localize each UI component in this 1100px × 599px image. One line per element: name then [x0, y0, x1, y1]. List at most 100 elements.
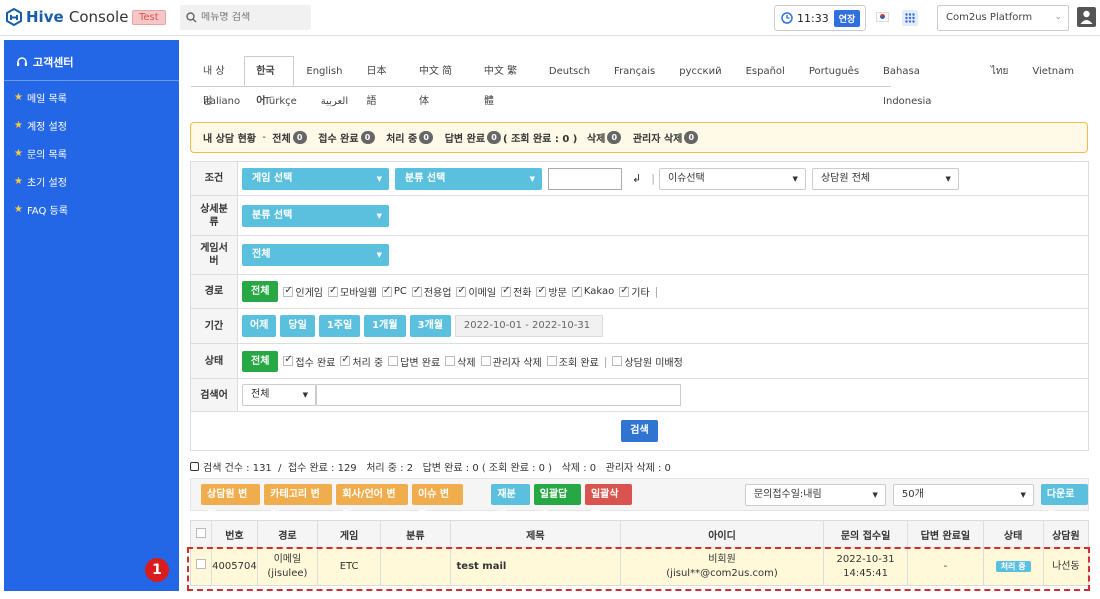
sidebar-item-mail-list[interactable]: ★ 메일 목록 — [4, 83, 179, 111]
chevron-down-icon: ⌄ — [1054, 12, 1062, 22]
apps-grid-icon[interactable] — [902, 10, 918, 26]
column-header[interactable]: 분류 — [380, 520, 451, 548]
agent-select[interactable]: 상담원 전체 ▼ — [811, 167, 959, 190]
row-received-date: 2022-10-31 14:45:41 — [822, 547, 909, 586]
period-1month-button[interactable]: 1개월 — [364, 315, 406, 337]
search-button[interactable]: 검색 — [621, 420, 658, 442]
select-all-checkbox[interactable] — [196, 527, 207, 538]
row-checkbox-cell[interactable] — [189, 547, 213, 586]
sidebar-item-initial-settings[interactable]: ★ 초기 설정 — [4, 167, 179, 195]
tab-chinese-simplified[interactable]: 中文 简体 — [407, 56, 472, 107]
route-checkbox[interactable]: PC — [381, 285, 407, 297]
tab-russian[interactable]: русский — [667, 56, 733, 86]
table-row[interactable]: 4005704 이메일 (jisulee) ETC test mail 비회원 (j… — [189, 547, 1090, 586]
category-select[interactable]: 분류 선택 ▼ — [395, 167, 542, 190]
period-3month-button[interactable]: 3개월 — [409, 315, 451, 337]
state-checkbox[interactable]: 접수 완료 — [283, 354, 335, 369]
state-checkbox[interactable]: 관리자 삭제 — [480, 354, 542, 369]
caret-down-icon: ▼ — [945, 174, 951, 183]
sort-select[interactable]: 문의접수일:내림 ▼ — [744, 483, 886, 506]
tab-japanese[interactable]: 日本語 — [354, 56, 406, 107]
list-toolbar: 상담원 변경 카테고리 변경 회사/언어 변경 이슈 변경 재분배 일괄답변 일… — [190, 478, 1089, 521]
period-1week-button[interactable]: 1주일 — [318, 315, 361, 337]
tab-vietnamese[interactable]: Vietnam — [1020, 56, 1086, 86]
period-today-button[interactable]: 당일 — [280, 315, 315, 337]
tab-arabic[interactable]: العربية — [309, 86, 360, 116]
route-checkbox[interactable]: 이메일 — [456, 284, 496, 299]
tab-italian[interactable]: Italiano — [191, 86, 252, 116]
column-header[interactable]: 경로 — [256, 520, 319, 548]
state-checkbox[interactable]: 답변 완료 — [388, 354, 440, 369]
unassigned-checkbox[interactable]: 상담원 미배정 — [612, 354, 683, 369]
column-header[interactable]: 문의 접수일 — [822, 520, 909, 548]
download-button[interactable]: 다운로드 — [1040, 484, 1089, 521]
page-size-select[interactable]: 50개 ▼ — [892, 483, 1034, 506]
route-checkbox[interactable]: 전화 — [501, 284, 531, 299]
change-company-language-button[interactable]: 회사/언어 변경 — [336, 484, 408, 521]
tab-french[interactable]: Français — [602, 56, 667, 86]
tab-portuguese[interactable]: Português — [797, 56, 871, 86]
route-checkbox[interactable]: 인게임 — [283, 284, 323, 299]
tab-german[interactable]: Deutsch — [537, 56, 602, 86]
column-header[interactable]: 게임 — [317, 520, 382, 548]
timer-text: 11:33 — [797, 11, 829, 25]
sidebar-item-faq-register[interactable]: ★ FAQ 등록 — [4, 195, 179, 223]
tab-thai[interactable]: ไทย — [979, 56, 1020, 86]
tab-english[interactable]: English — [294, 56, 354, 86]
state-checkbox[interactable]: 조회 완료 — [546, 354, 599, 369]
game-server-select[interactable]: 전체 ▼ — [242, 244, 389, 266]
column-header[interactable]: 번호 — [211, 520, 258, 548]
route-checkbox[interactable]: 기타 — [619, 284, 650, 299]
tab-my-consult[interactable]: 내 상담 — [191, 56, 244, 107]
route-checkbox[interactable]: 모바일웹 — [328, 284, 377, 299]
column-header[interactable]: 상담원 — [1042, 520, 1090, 548]
state-label: 상태 — [191, 344, 238, 378]
column-header[interactable]: 아이디 — [620, 520, 824, 548]
korea-flag-icon[interactable] — [876, 12, 889, 22]
tab-chinese-traditional[interactable]: 中文 繁體 — [472, 56, 537, 107]
period-yesterday-button[interactable]: 어제 — [242, 315, 277, 337]
bulk-delete-button[interactable]: 일괄삭제 — [584, 484, 633, 521]
condition-text-input[interactable] — [548, 167, 622, 190]
date-range-input[interactable]: 2022-10-01 - 2022-10-31 — [454, 315, 603, 337]
platform-select[interactable]: Com2us Platform ⌄ — [937, 5, 1069, 31]
change-agent-button[interactable]: 상담원 변경 — [201, 484, 261, 521]
language-tabs: 내 상담 한국어 English 日本語 中文 简体 中文 繁體 Deutsch… — [191, 56, 1086, 116]
state-all-button[interactable]: 전체 — [242, 350, 279, 372]
state-checkbox[interactable]: 처리 중 — [340, 354, 383, 369]
bulk-answer-button[interactable]: 일괄답변 — [533, 484, 581, 521]
route-checkbox[interactable]: 전용업 — [411, 284, 451, 299]
change-category-button[interactable]: 카테고리 변경 — [264, 484, 333, 521]
keyword-input[interactable] — [316, 384, 681, 406]
select-all-header[interactable] — [189, 520, 213, 548]
row-title-link[interactable]: test mail — [449, 547, 622, 586]
reassign-button[interactable]: 재분배 — [491, 484, 530, 521]
count-badge: 0 — [607, 131, 622, 144]
column-header[interactable]: 답변 완료일 — [907, 520, 984, 548]
detail-category-select[interactable]: 분류 선택 ▼ — [242, 204, 389, 227]
user-icon[interactable] — [1077, 7, 1096, 27]
column-header[interactable]: 상태 — [982, 520, 1044, 548]
change-issue-button[interactable]: 이슈 변경 — [411, 484, 463, 521]
route-all-button[interactable]: 전체 — [242, 281, 279, 302]
sidebar-section-title[interactable]: 고객센터 — [4, 40, 179, 70]
tab-turkish[interactable]: Türkçe — [252, 86, 309, 116]
state-checkbox[interactable]: 삭제 — [445, 354, 476, 369]
keyword-type-select[interactable]: 전체 ▼ — [242, 384, 316, 406]
sidebar-item-inquiry-list[interactable]: ★ 문의 목록 — [4, 139, 179, 167]
issue-select[interactable]: 이슈선택 ▼ — [658, 167, 806, 190]
tab-korean[interactable]: 한국어 — [244, 56, 295, 107]
row-checkbox[interactable] — [196, 559, 207, 569]
game-select[interactable]: 게임 선택 ▼ — [242, 167, 389, 190]
extend-button[interactable]: 연장 — [833, 9, 861, 27]
menu-search-input[interactable] — [201, 12, 301, 23]
menu-search[interactable] — [180, 5, 311, 30]
tab-indonesian[interactable]: Bahasa Indonesia — [871, 56, 979, 107]
column-header[interactable]: 제목 — [449, 520, 622, 548]
tab-spanish[interactable]: Español — [734, 56, 797, 86]
logo[interactable]: Hive Console — [6, 8, 128, 26]
route-checkbox[interactable]: Kakao — [571, 285, 614, 297]
route-checkbox[interactable]: 방문 — [536, 284, 567, 299]
caret-down-icon: ▼ — [376, 174, 382, 183]
sidebar-item-account-settings[interactable]: ★ 계정 설정 — [4, 111, 179, 139]
